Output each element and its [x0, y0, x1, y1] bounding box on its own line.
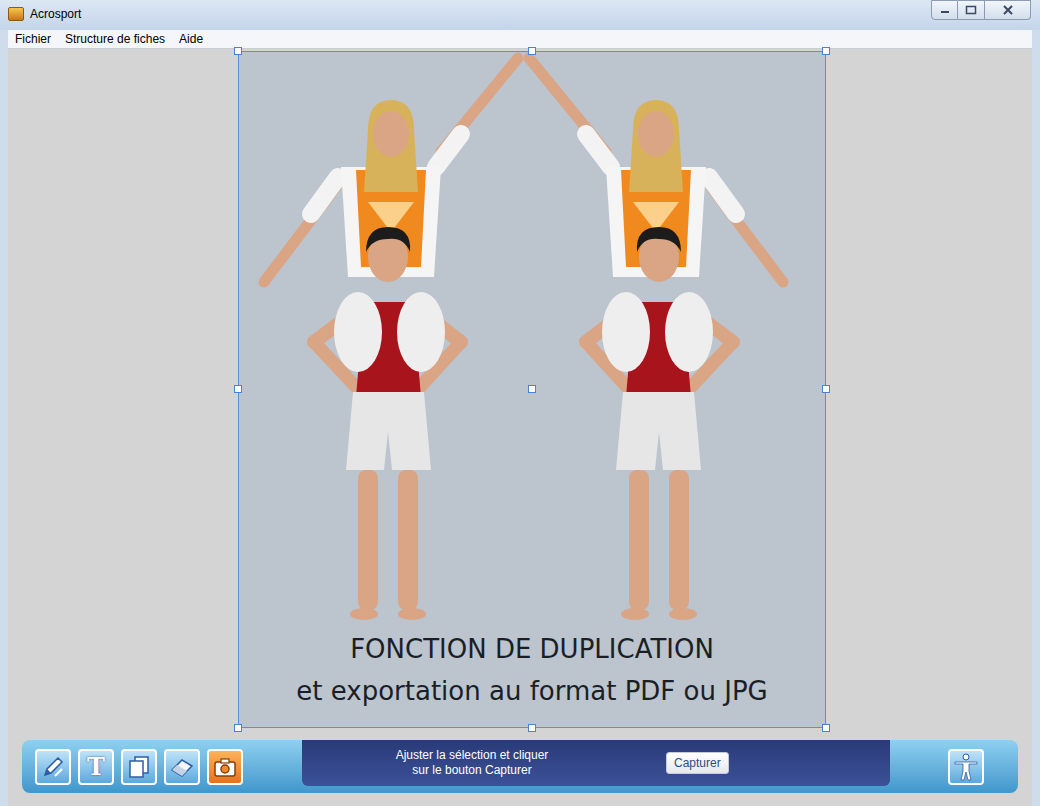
text-tool[interactable]: T: [78, 749, 114, 785]
camera-icon: [212, 754, 238, 780]
selection-handle[interactable]: [528, 385, 536, 393]
acrobat-pair[interactable]: [529, 58, 783, 620]
capture-panel: Ajuster la sélection et cliquersur le bo…: [302, 740, 890, 786]
capture-hint: sur le bouton Capturer: [412, 763, 531, 778]
maximize-icon: [965, 5, 977, 15]
selection-handle[interactable]: [528, 724, 536, 732]
menu-bar: Fichier Structure de fiches Aide: [8, 30, 1032, 49]
duplicate-icon: [126, 754, 152, 780]
menu-item[interactable]: Fichier: [15, 32, 51, 47]
canvas-text[interactable]: et exportation au format PDF ou JPG: [239, 674, 825, 708]
tool-glyph: [169, 754, 195, 780]
tool-glyph: [126, 754, 152, 780]
pencil-icon: [40, 754, 66, 780]
figures-layer: [239, 52, 827, 627]
acrobat-pair[interactable]: [264, 58, 518, 620]
tool-glyph: T: [87, 753, 105, 781]
canvas-text[interactable]: FONCTION DE DUPLICATION: [239, 632, 825, 666]
selection-handle[interactable]: [822, 385, 830, 393]
window-title: Acrosport: [30, 6, 81, 22]
canvas[interactable]: FONCTION DE DUPLICATION et exportation au…: [238, 51, 826, 728]
minimize-icon: [940, 6, 950, 14]
minimize-button[interactable]: [931, 0, 958, 20]
eraser-icon: [169, 754, 195, 780]
close-button[interactable]: [985, 0, 1031, 20]
tool-glyph: [212, 754, 238, 780]
figure-tool[interactable]: [948, 749, 984, 785]
menu-item[interactable]: Aide: [179, 32, 203, 47]
workspace: FONCTION DE DUPLICATION et exportation au…: [8, 49, 1032, 806]
capture-tool[interactable]: [207, 749, 243, 785]
duplicate-tool[interactable]: [121, 749, 157, 785]
selection-handle[interactable]: [822, 47, 830, 55]
selection-handle[interactable]: [234, 47, 242, 55]
capture-hint: Ajuster la sélection et cliquer: [396, 748, 549, 763]
selection-handle[interactable]: [528, 47, 536, 55]
tool-glyph: [40, 754, 66, 780]
maximize-button[interactable]: [958, 0, 985, 20]
person-icon: [953, 753, 979, 781]
menu-item[interactable]: Structure de fiches: [65, 32, 165, 47]
pen-tool[interactable]: [35, 749, 71, 785]
selection-handle[interactable]: [234, 385, 242, 393]
title-bar: Acrosport: [0, 0, 1040, 30]
text-tool-label: T: [87, 753, 105, 781]
close-icon: [1002, 5, 1014, 15]
toolbar: T Ajuster la sélection et cliquersur le b…: [22, 740, 1018, 793]
selection-handle[interactable]: [234, 724, 242, 732]
selection-handle[interactable]: [822, 724, 830, 732]
capture-button[interactable]: Capturer: [666, 752, 729, 774]
eraser-tool[interactable]: [164, 749, 200, 785]
app-icon: [8, 7, 24, 21]
